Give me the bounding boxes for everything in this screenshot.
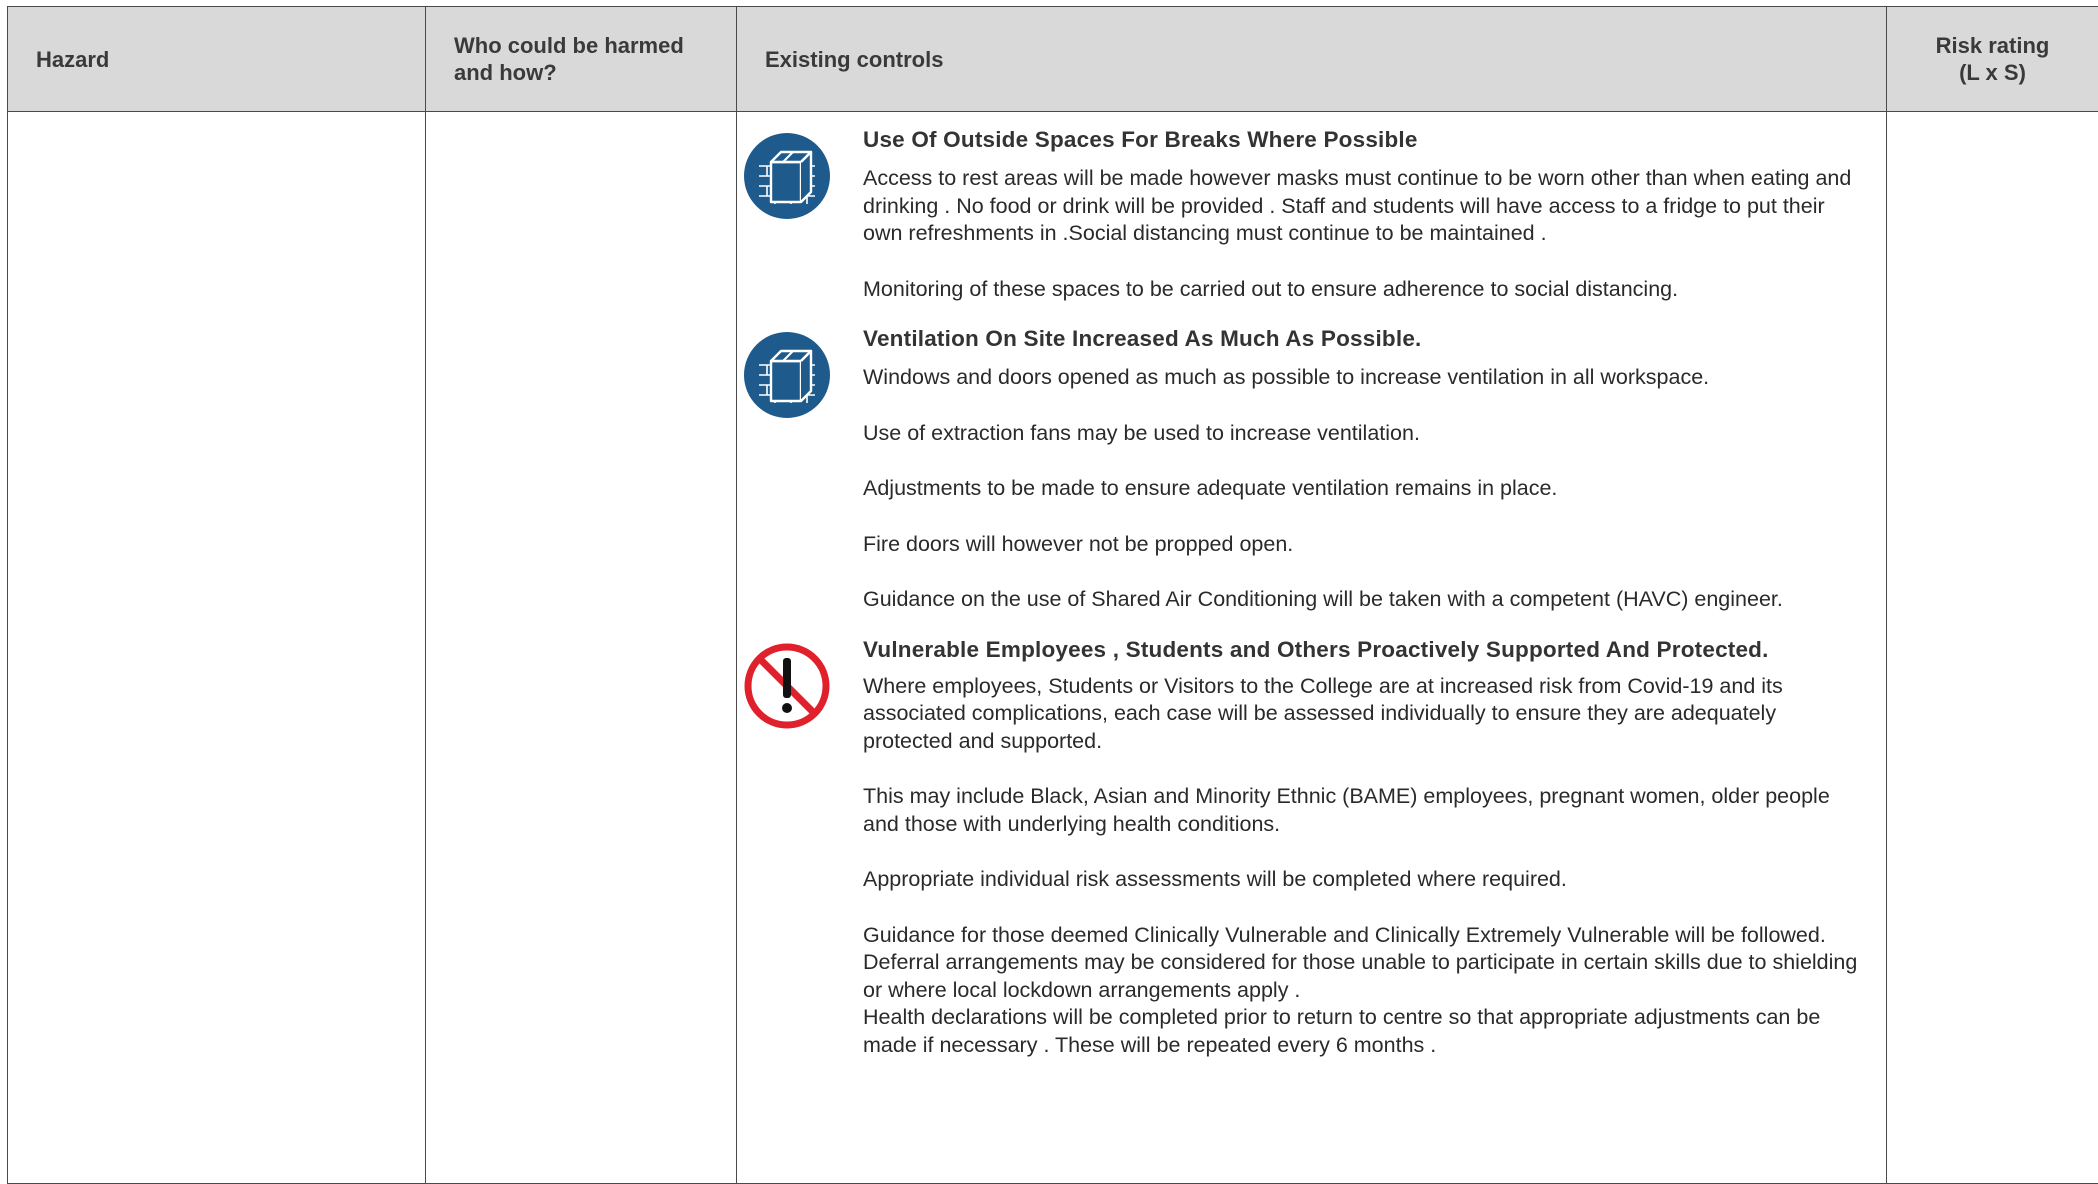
control-paragraph: Monitoring of these spaces to be carried… [863,276,1860,304]
risk-assessment-page: Hazard Who could be harmed and how? Exis… [0,0,2098,1182]
prohibition-exclamation-icon [743,642,831,730]
risk-rating-cell [1887,112,2098,1184]
header-who-harmed: Who could be harmed and how? [426,7,737,112]
control-paragraph: Use of extraction fans may be used to in… [863,420,1860,448]
control-text: Use Of Outside Spaces For Breaks Where P… [863,126,1860,303]
hazard-cell [8,112,426,1184]
control-paragraph: Fire doors will however not be propped o… [863,531,1860,559]
table-row: Use Of Outside Spaces For Breaks Where P… [8,112,2098,1184]
risk-rating-label: Risk rating [1936,33,2050,58]
control-paragraph: Guidance for those deemed Clinically Vul… [863,922,1860,950]
control-paragraph: Windows and doors opened as much as poss… [863,364,1860,392]
control-outside-spaces: Use Of Outside Spaces For Breaks Where P… [743,126,1860,303]
who-harmed-cell [426,112,737,1184]
control-paragraph: Guidance on the use of Shared Air Condit… [863,586,1860,614]
control-title: Use Of Outside Spaces For Breaks Where P… [863,126,1860,153]
building-box-icon [743,132,831,220]
control-paragraph: This may include Black, Asian and Minori… [863,783,1860,838]
risk-assessment-table: Hazard Who could be harmed and how? Exis… [7,6,2098,1184]
control-title: Vulnerable Employees , Students and Othe… [863,636,1860,663]
header-hazard: Hazard [8,7,426,112]
control-text: Ventilation On Site Increased As Much As… [863,325,1860,614]
control-title: Ventilation On Site Increased As Much As… [863,325,1860,352]
control-paragraph: Where employees, Students or Visitors to… [863,673,1860,756]
control-paragraph: Access to rest areas will be made howeve… [863,165,1860,248]
risk-rating-formula: (L x S) [1959,60,2026,85]
control-paragraph: Deferral arrangements may be considered … [863,949,1860,1004]
table-header-row: Hazard Who could be harmed and how? Exis… [8,7,2098,112]
header-risk-rating: Risk rating (L x S) [1887,7,2098,112]
building-box-icon [743,331,831,419]
control-vulnerable-people: Vulnerable Employees , Students and Othe… [743,636,1860,1060]
existing-controls-cell: Use Of Outside Spaces For Breaks Where P… [737,112,1887,1184]
header-existing-controls: Existing controls [737,7,1887,112]
control-paragraph: Health declarations will be completed pr… [863,1004,1860,1059]
control-text: Vulnerable Employees , Students and Othe… [863,636,1860,1060]
control-ventilation: Ventilation On Site Increased As Much As… [743,325,1860,614]
control-paragraph: Appropriate individual risk assessments … [863,866,1860,894]
control-paragraph: Adjustments to be made to ensure adequat… [863,475,1860,503]
